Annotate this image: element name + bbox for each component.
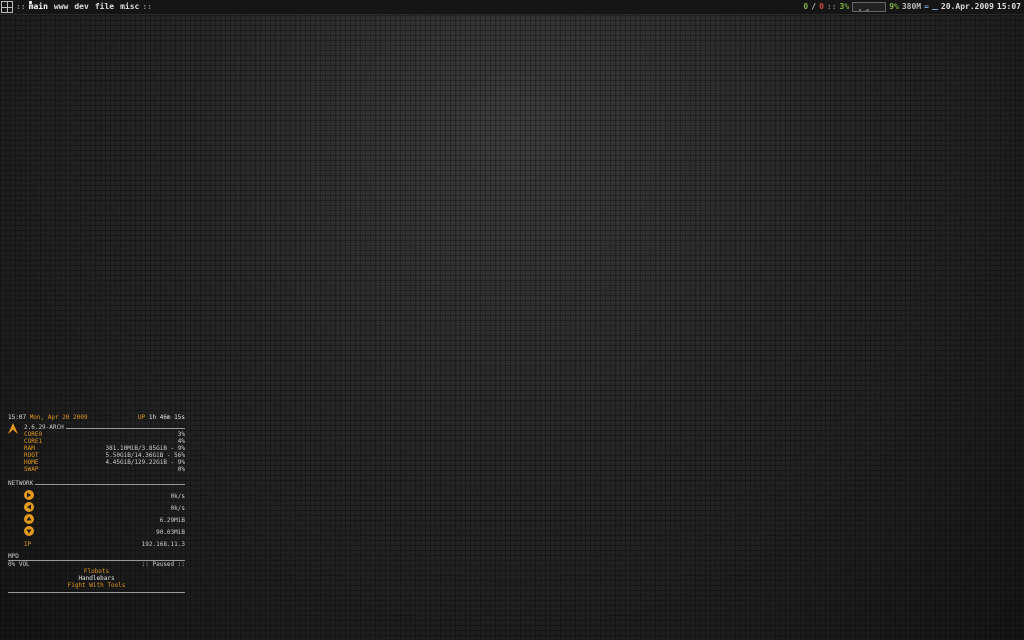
cpu-percent: 3% — [839, 2, 850, 11]
stat-value-core0: 3% — [177, 431, 185, 438]
status-widgets: 0 / 0 :: 3% 9% 380M = 20.Apr.2009 15:07 — [803, 0, 1021, 14]
upload-speed-icon — [24, 490, 34, 500]
ip-row: IP 192.168.11.3 — [8, 541, 185, 548]
network-row: 0k/s — [8, 490, 185, 502]
updates-count-b: 0 — [819, 2, 824, 11]
ip-label: IP — [24, 541, 32, 548]
conky-date: Mon, Apr 20 2009 — [29, 414, 88, 421]
mem-percent: 9% — [889, 2, 899, 11]
song-artist: Flobots — [83, 568, 110, 575]
date: 20.Apr.2009 — [940, 2, 994, 11]
stat-value-swap: 0% — [177, 466, 185, 473]
separator: :: — [826, 2, 837, 11]
download-speed-icon — [24, 502, 34, 512]
network-indicator-icon — [931, 8, 938, 10]
stat-row: RAM 381.10MiB/3.85GiB - 9% — [8, 445, 185, 452]
ip-value: 192.168.11.3 — [141, 541, 185, 548]
total-down-icon — [24, 526, 34, 536]
stat-row: HOME 4.45GiB/129.22GiB - 9% — [8, 459, 185, 466]
mpd-status: :: Paused :: — [141, 561, 185, 568]
network-section-header: NETWORK — [8, 480, 185, 487]
song-title: Fight With Tools — [67, 582, 126, 589]
stat-label-ram: RAM — [24, 445, 35, 452]
bottom-divider — [8, 592, 185, 593]
tag-misc[interactable]: misc — [120, 0, 139, 14]
stat-label-home: HOME — [24, 459, 39, 466]
stat-label-swap: SWAP — [24, 466, 39, 473]
tag-main[interactable]: main — [28, 0, 48, 14]
stat-row: CORE0 3% — [8, 431, 185, 438]
kernel-version: 2.6.29-ARCH — [24, 424, 64, 431]
top-status-bar: :: main www dev file misc :: 0 / 0 :: 3%… — [0, 0, 1024, 15]
clock: 15:07 — [996, 2, 1021, 11]
stat-row: SWAP 0% — [8, 466, 185, 473]
stat-value-home: 4.45GiB/129.22GiB - 9% — [105, 459, 185, 466]
uptime-value: 1h 46m 15s — [148, 414, 185, 421]
separator: :: — [16, 2, 26, 11]
download-speed-value: 0k/s — [170, 505, 185, 512]
stat-row: ROOT 5.50GiB/14.36GiB - 56% — [8, 452, 185, 459]
stat-value-core1: 4% — [177, 438, 185, 445]
volume: 0% VOL — [8, 561, 30, 568]
conky-system-monitor: 15:07 Mon, Apr 20 2009 UP 1h 46m 15s 2.6… — [8, 414, 185, 593]
tag-list: :: main www dev file misc :: — [0, 0, 152, 14]
stat-row: CORE1 4% — [8, 438, 185, 445]
cpu-graph — [852, 2, 887, 12]
tile-layout-icon[interactable] — [1, 1, 13, 13]
updates-count-a: 0 — [803, 2, 809, 11]
mpd-title: MPD — [8, 553, 185, 560]
stat-value-root: 5.50GiB/14.36GiB - 56% — [105, 452, 185, 459]
total-down-value: 90.03MiB — [156, 529, 185, 536]
tag-dev[interactable]: dev — [74, 0, 88, 14]
network-title: NETWORK — [8, 480, 34, 487]
network-row: 90.03MiB — [8, 526, 185, 538]
mem-separator: = — [924, 2, 929, 11]
tag-www[interactable]: www — [54, 0, 68, 14]
upload-speed-value: 0k/s — [170, 493, 185, 500]
separator: :: — [142, 2, 152, 11]
song-album: Handlebars — [78, 575, 115, 582]
network-row: 0k/s — [8, 502, 185, 514]
mpd-status-row: 0% VOL :: Paused :: — [8, 561, 185, 568]
total-up-icon — [24, 514, 34, 524]
mem-used: 380M — [901, 2, 922, 11]
slash: / — [811, 2, 817, 11]
tag-file[interactable]: file — [95, 0, 114, 14]
stat-value-ram: 381.10MiB/3.85GiB - 9% — [105, 445, 185, 452]
conky-time: 15:07 — [8, 414, 27, 421]
stat-label-core1: CORE1 — [24, 438, 43, 445]
stat-label-root: ROOT — [24, 452, 39, 459]
network-row: 6.29MiB — [8, 514, 185, 526]
header-row: 15:07 Mon, Apr 20 2009 UP 1h 46m 15s — [8, 414, 185, 421]
kernel-row: 2.6.29-ARCH — [8, 424, 185, 431]
total-up-value: 6.29MiB — [159, 517, 185, 524]
stat-label-core0: CORE0 — [24, 431, 43, 438]
mpd-title-text: MPD — [8, 553, 19, 560]
uptime-label: UP — [138, 414, 146, 421]
